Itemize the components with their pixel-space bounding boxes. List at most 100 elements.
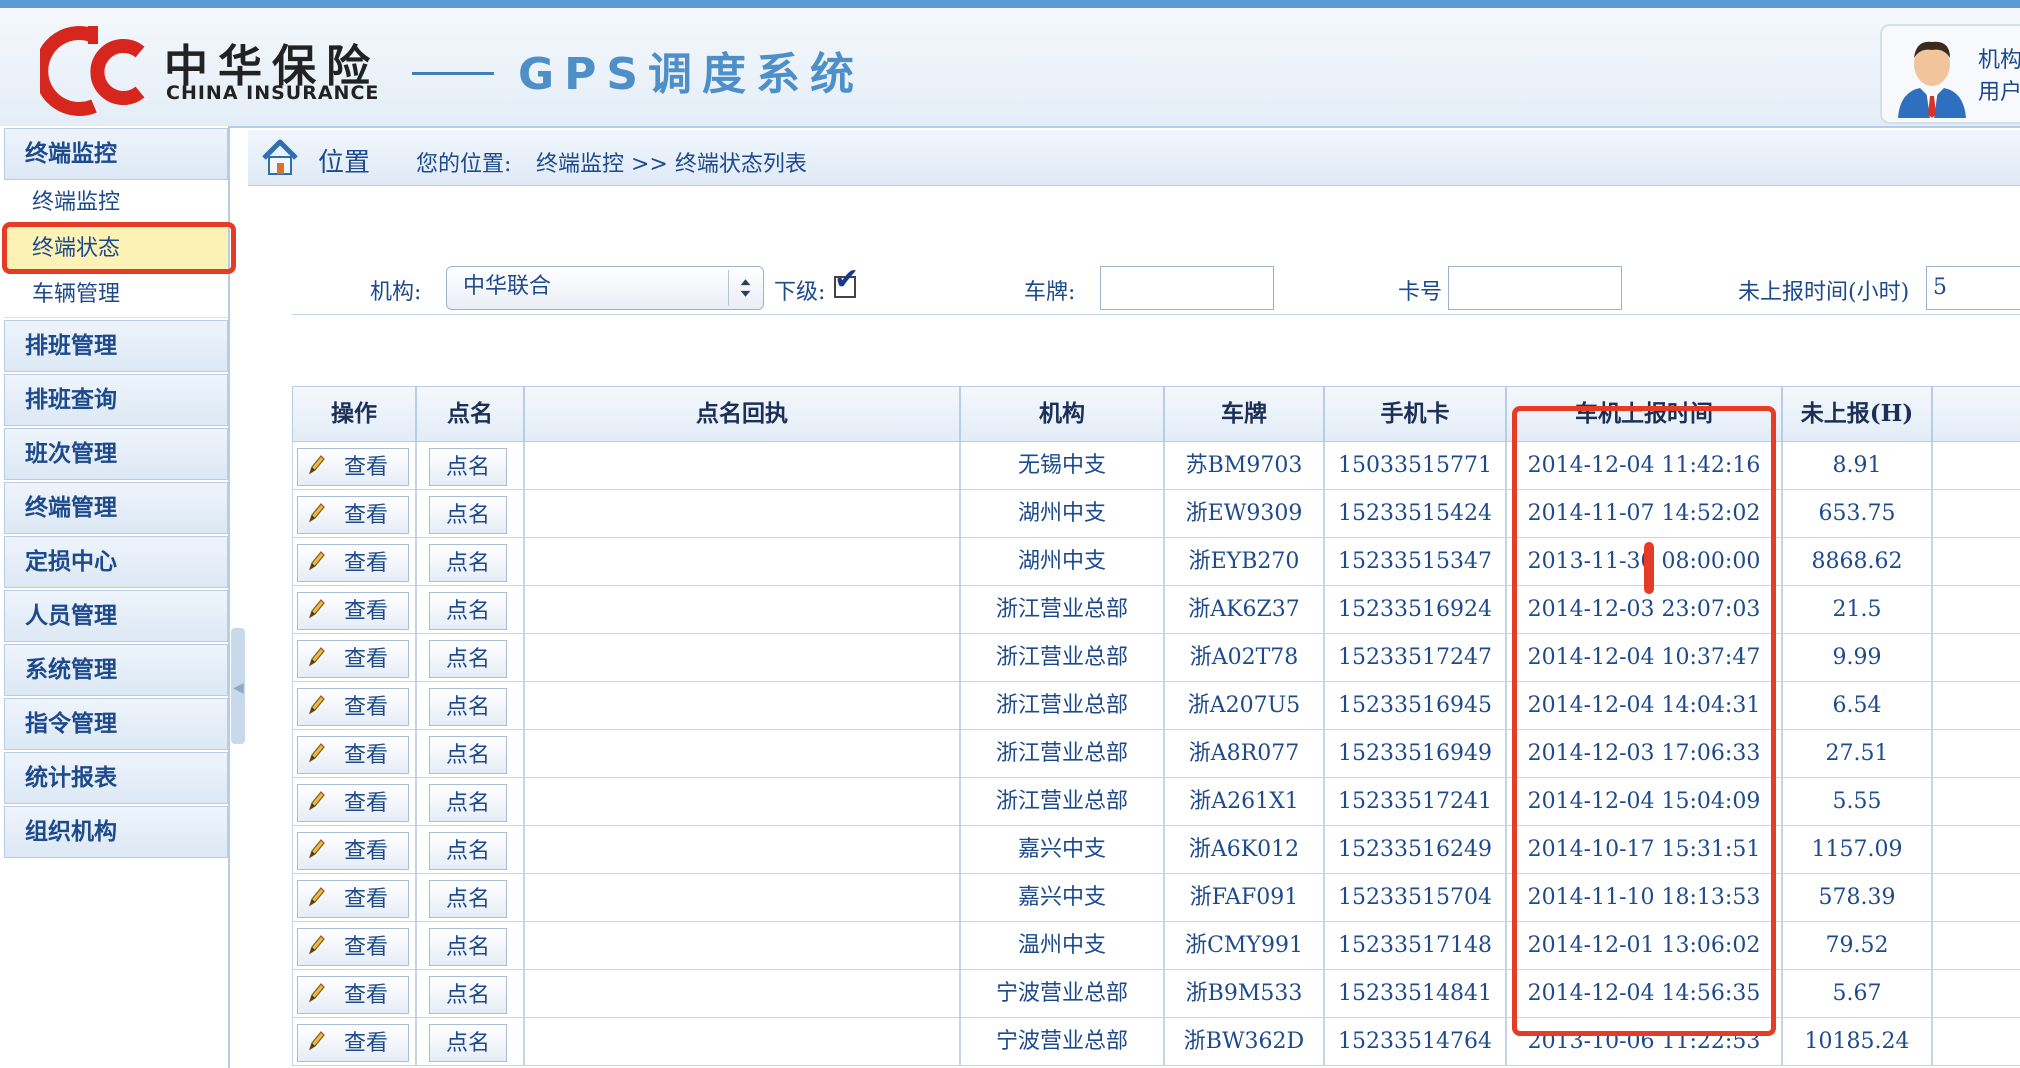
rollcall-button[interactable]: 点名 <box>429 832 507 870</box>
rollcall-cell: 点名 <box>416 826 524 874</box>
sidebar-group-schedule-management[interactable]: 班次管理 <box>4 428 228 480</box>
cell-org: 浙江营业总部 <box>960 730 1164 778</box>
rollcall-button[interactable]: 点名 <box>429 736 507 774</box>
sidebar-group-shift-management[interactable]: 排班管理 <box>4 320 228 372</box>
action-cell: 查看 <box>292 730 416 778</box>
rollcall-button[interactable]: 点名 <box>429 496 507 534</box>
view-button[interactable]: 查看 <box>297 784 409 822</box>
user-org-label: 机构 <box>1978 48 2020 73</box>
rollcall-receipt-cell <box>524 1018 960 1066</box>
view-button[interactable]: 查看 <box>297 544 409 582</box>
column-header-rollcall: 点名 <box>416 386 524 442</box>
cell-hours: 578.39 <box>1782 874 1932 922</box>
checkmark-icon: ✔ <box>834 262 860 297</box>
collapse-arrow-icon: ◀ <box>233 680 244 696</box>
cell-sim: 15233515424 <box>1324 490 1506 538</box>
sidebar-group-loss-center[interactable]: 定损中心 <box>4 536 228 588</box>
cell-hours: 21.5 <box>1782 586 1932 634</box>
view-button[interactable]: 查看 <box>297 592 409 630</box>
cell-sim: 15233515347 <box>1324 538 1506 586</box>
extra-cell <box>1932 922 2020 970</box>
rollcall-button[interactable]: 点名 <box>429 1024 507 1062</box>
extra-cell <box>1932 826 2020 874</box>
pencil-icon <box>308 935 325 955</box>
org-select[interactable]: 中华联合 <box>446 266 764 310</box>
sidebar-item-terminal-monitor[interactable]: 终端监控 <box>4 180 228 226</box>
cell-hours: 9.99 <box>1782 634 1932 682</box>
cell-plate: 浙EYB270 <box>1164 538 1324 586</box>
cell-org: 嘉兴中支 <box>960 826 1164 874</box>
plate-input[interactable] <box>1100 266 1274 310</box>
pencil-icon <box>308 791 325 811</box>
sidebar-group-terminal-management[interactable]: 终端管理 <box>4 482 228 534</box>
cell-org: 湖州中支 <box>960 538 1164 586</box>
breadcrumb-bar: 位置 您的位置: 终端监控 >> 终端状态列表 <box>248 130 2020 186</box>
action-cell: 查看 <box>292 490 416 538</box>
rollcall-cell: 点名 <box>416 634 524 682</box>
cell-hours: 5.67 <box>1782 970 1932 1018</box>
cell-plate: 浙A261X1 <box>1164 778 1324 826</box>
select-arrows-icon <box>728 270 751 306</box>
sidebar-group-commands[interactable]: 指令管理 <box>4 698 228 750</box>
cell-hours: 79.52 <box>1782 922 1932 970</box>
view-button[interactable]: 查看 <box>297 1024 409 1062</box>
cell-org: 浙江营业总部 <box>960 778 1164 826</box>
cell-sim: 15233516949 <box>1324 730 1506 778</box>
view-button[interactable]: 查看 <box>297 688 409 726</box>
sidebar-item-vehicle-management[interactable]: 车辆管理 <box>4 272 228 318</box>
view-button-label: 查看 <box>343 551 388 576</box>
view-button[interactable]: 查看 <box>297 736 409 774</box>
rollcall-button[interactable]: 点名 <box>429 640 507 678</box>
rollcall-button[interactable]: 点名 <box>429 544 507 582</box>
action-cell: 查看 <box>292 634 416 682</box>
pencil-icon <box>308 695 325 715</box>
action-cell: 查看 <box>292 538 416 586</box>
unreported-hours-input[interactable]: 5 <box>1926 266 2020 310</box>
view-button-label: 查看 <box>343 983 388 1008</box>
rollcall-button[interactable]: 点名 <box>429 880 507 918</box>
extra-cell <box>1932 874 2020 922</box>
cell-sim: 15233516924 <box>1324 586 1506 634</box>
view-button-label: 查看 <box>343 695 388 720</box>
rollcall-button[interactable]: 点名 <box>429 688 507 726</box>
app-header: 中华保险 CHINA INSURANCE GPS调度系统 机构 用户 <box>0 8 2020 128</box>
view-button[interactable]: 查看 <box>297 928 409 966</box>
rollcall-button[interactable]: 点名 <box>429 784 507 822</box>
highlight-terminal-status <box>2 222 236 274</box>
rollcall-button[interactable]: 点名 <box>429 976 507 1014</box>
rollcall-button[interactable]: 点名 <box>429 592 507 630</box>
cell-hours: 27.51 <box>1782 730 1932 778</box>
view-button[interactable]: 查看 <box>297 880 409 918</box>
sidebar-group-personnel[interactable]: 人员管理 <box>4 590 228 642</box>
rollcall-cell: 点名 <box>416 778 524 826</box>
view-button[interactable]: 查看 <box>297 496 409 534</box>
view-button[interactable]: 查看 <box>297 448 409 486</box>
card-input[interactable] <box>1448 266 1622 310</box>
pencil-icon <box>308 743 325 763</box>
user-info-panel[interactable]: 机构 用户 <box>1880 24 2020 124</box>
view-button[interactable]: 查看 <box>297 832 409 870</box>
breadcrumb-label: 您的位置: <box>416 152 512 177</box>
sidebar-group-terminal-monitor[interactable]: 终端监控 <box>4 128 228 180</box>
page-title: 位置 <box>318 148 371 178</box>
sidebar-group-shift-query[interactable]: 排班查询 <box>4 374 228 426</box>
column-header-sim: 手机卡 <box>1324 386 1506 442</box>
sidebar-group-reports[interactable]: 统计报表 <box>4 752 228 804</box>
rollcall-button[interactable]: 点名 <box>429 928 507 966</box>
breadcrumb-path[interactable]: 终端监控 >> 终端状态列表 <box>536 146 807 178</box>
view-button[interactable]: 查看 <box>297 640 409 678</box>
extra-cell <box>1932 586 2020 634</box>
cell-plate: 苏BM9703 <box>1164 442 1324 490</box>
cell-plate: 浙A02T78 <box>1164 634 1324 682</box>
action-cell: 查看 <box>292 922 416 970</box>
view-button[interactable]: 查看 <box>297 976 409 1014</box>
rollcall-button[interactable]: 点名 <box>429 448 507 486</box>
rollcall-receipt-cell <box>524 538 960 586</box>
rollcall-receipt-cell <box>524 730 960 778</box>
rollcall-cell: 点名 <box>416 730 524 778</box>
action-cell: 查看 <box>292 778 416 826</box>
sidebar-group-system[interactable]: 系统管理 <box>4 644 228 696</box>
sidebar-group-organization[interactable]: 组织机构 <box>4 806 228 858</box>
cell-plate: 浙A6K012 <box>1164 826 1324 874</box>
sub-level-label: 下级: <box>774 280 826 305</box>
